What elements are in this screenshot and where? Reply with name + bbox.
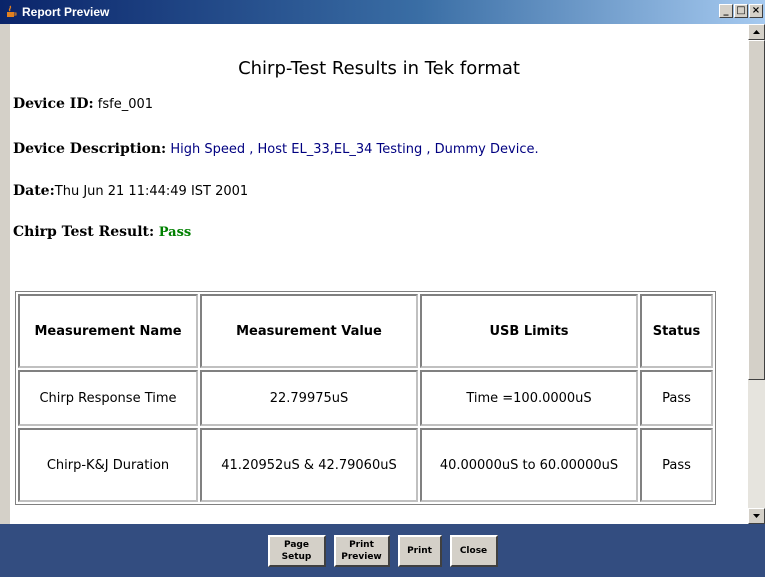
cell-measurement-value: 41.20952uS & 42.79060uS [200, 428, 418, 502]
report-content: Chirp-Test Results in Tek format Device … [10, 24, 748, 524]
cell-status: Pass [640, 370, 713, 426]
cell-measurement-value: 22.79975uS [200, 370, 418, 426]
cell-measurement-name: Chirp-K&J Duration [18, 428, 198, 502]
column-header-value: Measurement Value [200, 294, 418, 368]
device-description-row: Device Description: High Speed , Host EL… [13, 141, 539, 157]
column-header-name: Measurement Name [18, 294, 198, 368]
column-header-limits: USB Limits [420, 294, 638, 368]
chirp-result-row: Chirp Test Result: Pass [13, 224, 191, 240]
close-button[interactable]: Close [449, 534, 498, 567]
vertical-scrollbar[interactable] [748, 24, 765, 524]
scroll-thumb[interactable] [748, 40, 765, 380]
page-setup-label: Page Setup [281, 539, 312, 562]
report-title: Chirp-Test Results in Tek format [238, 58, 520, 79]
chirp-result-value: Pass [154, 225, 192, 240]
cell-measurement-name: Chirp Response Time [18, 370, 198, 426]
minimize-icon: _ [723, 5, 729, 16]
scroll-down-button[interactable] [748, 508, 765, 524]
device-description-value: High Speed , Host EL_33,EL_34 Testing , … [166, 142, 539, 157]
page-setup-button[interactable]: Page Setup [267, 534, 326, 567]
close-window-button[interactable]: × [749, 4, 763, 18]
title-bar[interactable]: Report Preview _ □ × [0, 0, 765, 24]
arrow-up-icon [753, 30, 760, 34]
report-preview-window: Report Preview _ □ × Chirp-Test Results … [0, 0, 765, 577]
device-id-label: Device ID: [13, 96, 94, 112]
table-header-row: Measurement Name Measurement Value USB L… [18, 294, 713, 368]
print-button[interactable]: Print [397, 534, 442, 567]
arrow-down-icon [753, 514, 760, 518]
chirp-result-label: Chirp Test Result: [13, 224, 155, 240]
device-id-row: Device ID: fsfe_001 [13, 96, 153, 112]
maximize-button[interactable]: □ [734, 4, 748, 18]
results-table: Measurement Name Measurement Value USB L… [15, 291, 716, 505]
device-description-label: Device Description: [13, 141, 167, 157]
column-header-status: Status [640, 294, 713, 368]
table-row: Chirp-K&J Duration 41.20952uS & 42.79060… [18, 428, 713, 502]
window-controls: _ □ × [719, 4, 763, 18]
button-bar: Page Setup Print Preview Print Close [0, 524, 765, 577]
date-label: Date: [13, 183, 55, 199]
minimize-button[interactable]: _ [719, 4, 733, 18]
close-icon: × [751, 5, 761, 16]
device-id-value: fsfe_001 [93, 97, 154, 112]
maximize-icon: □ [736, 5, 746, 16]
date-value: Thu Jun 21 11:44:49 IST 2001 [54, 184, 249, 199]
print-preview-button[interactable]: Print Preview [333, 534, 390, 567]
scroll-up-button[interactable] [748, 24, 765, 40]
java-cup-icon [4, 5, 18, 19]
cell-usb-limits: 40.00000uS to 60.00000uS [420, 428, 638, 502]
table-row: Chirp Response Time 22.79975uS Time =100… [18, 370, 713, 426]
window-title: Report Preview [22, 5, 110, 19]
cell-status: Pass [640, 428, 713, 502]
close-label: Close [459, 545, 488, 556]
print-preview-label: Print Preview [341, 539, 382, 562]
cell-usb-limits: Time =100.0000uS [420, 370, 638, 426]
print-label: Print [407, 545, 432, 556]
date-row: Date:Thu Jun 21 11:44:49 IST 2001 [13, 183, 248, 199]
